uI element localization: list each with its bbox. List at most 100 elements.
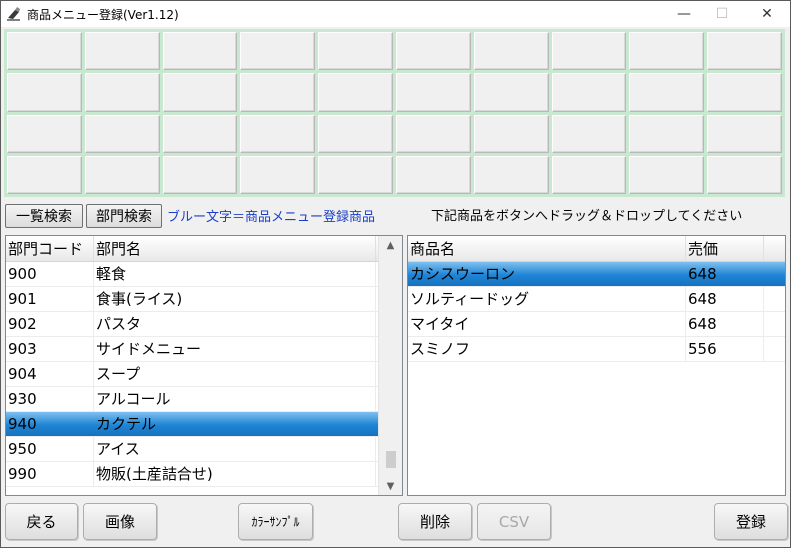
menu-slot-button[interactable] [707, 155, 782, 194]
menu-slot-button[interactable] [318, 73, 393, 112]
department-rows: 900 軽食 901 食事(ライス) 902 パスタ 903 サイドメニュー 904 スープ 930… [6, 262, 402, 487]
menu-slot-button[interactable] [396, 73, 471, 112]
menu-slot-button[interactable] [162, 155, 238, 194]
image-button[interactable]: 画像 [83, 503, 157, 540]
table-row[interactable]: スミノフ 556 [408, 337, 785, 362]
menu-slot-button[interactable] [240, 155, 316, 194]
product-name-cell: ソルティードッグ [408, 287, 686, 311]
delete-button[interactable]: 削除 [398, 503, 472, 540]
dept-name-cell: サイドメニュー [94, 337, 376, 361]
menu-slot-button[interactable] [551, 114, 627, 153]
table-row[interactable]: 904 スープ [6, 362, 402, 387]
menu-slot-button[interactable] [629, 114, 705, 153]
close-icon[interactable]: ✕ [744, 1, 790, 27]
scroll-up-icon[interactable]: ▲ [379, 236, 402, 254]
dept-code-cell: 940 [8, 415, 37, 433]
menu-slot-button[interactable] [7, 155, 82, 194]
table-row[interactable]: 900 軽食 [6, 262, 402, 287]
menu-slot-button[interactable] [84, 73, 160, 112]
menu-slot-button[interactable] [707, 114, 782, 153]
menu-slot-button[interactable] [396, 32, 471, 71]
dept-code-cell: 950 [6, 437, 94, 461]
table-row[interactable]: ソルティードッグ 648 [408, 287, 785, 312]
menu-slot-button[interactable] [162, 73, 238, 112]
menu-slot-button[interactable] [473, 32, 549, 71]
menu-grid [7, 32, 782, 194]
table-row[interactable]: 930 アルコール [6, 387, 402, 412]
menu-slot-button[interactable] [240, 73, 316, 112]
menu-slot-button[interactable] [84, 32, 160, 71]
app-window: 商品メニュー登録(Ver1.12) — ☐ ✕ 一覧検索 部門検索 ブルー文字＝… [0, 0, 791, 548]
menu-slot-button[interactable] [240, 114, 316, 153]
product-price-cell: 556 [686, 337, 764, 361]
header-price[interactable]: 売価 [686, 236, 764, 261]
table-row[interactable]: 903 サイドメニュー [6, 337, 402, 362]
title-bar: 商品メニュー登録(Ver1.12) — ☐ ✕ [1, 1, 790, 27]
menu-slot-button[interactable] [473, 114, 549, 153]
menu-slot-button[interactable] [551, 155, 627, 194]
dept-name-cell: アイス [94, 437, 376, 461]
menu-slot-button[interactable] [318, 114, 393, 153]
menu-button-grid [4, 29, 785, 197]
dept-name-cell: 物販(土産詰合せ) [94, 462, 376, 486]
department-scrollbar[interactable]: ▲ ▼ [378, 236, 402, 495]
menu-slot-button[interactable] [629, 155, 705, 194]
product-name-cell: マイタイ [408, 312, 686, 336]
menu-slot-button[interactable] [7, 114, 82, 153]
menu-slot-button[interactable] [707, 32, 782, 71]
dept-name-cell: カクテル [96, 415, 157, 433]
menu-slot-button[interactable] [240, 32, 316, 71]
scroll-down-icon[interactable]: ▼ [379, 477, 402, 495]
menu-slot-button[interactable] [551, 32, 627, 71]
menu-slot-button[interactable] [473, 155, 549, 194]
maximize-icon[interactable]: ☐ [699, 1, 745, 27]
menu-slot-button[interactable] [629, 32, 705, 71]
dept-name-cell: 軽食 [94, 262, 376, 286]
table-row[interactable]: 990 物販(土産詰合せ) [6, 462, 402, 487]
dept-name-cell: パスタ [94, 312, 376, 336]
table-row[interactable]: 940 カクテル [6, 412, 402, 437]
department-table-header: 部門コード 部門名 [6, 236, 402, 262]
menu-slot-button[interactable] [84, 155, 160, 194]
dept-code-cell: 904 [6, 362, 94, 386]
list-search-button[interactable]: 一覧検索 [5, 204, 83, 228]
product-price-cell: 648 [686, 287, 764, 311]
csv-button: CSV [477, 503, 551, 540]
menu-slot-button[interactable] [7, 32, 82, 71]
product-name-cell: スミノフ [408, 337, 686, 361]
product-name-cell: カシスウーロン [410, 265, 516, 283]
menu-slot-button[interactable] [396, 114, 471, 153]
color-sample-button[interactable]: ｶﾗｰｻﾝﾌﾟﾙ [238, 503, 313, 540]
back-button[interactable]: 戻る [5, 503, 78, 540]
product-table-header: 商品名 売価 [408, 236, 785, 262]
scroll-thumb[interactable] [386, 451, 396, 468]
legend-note: ブルー文字＝商品メニュー登録商品 [167, 210, 376, 225]
menu-slot-button[interactable] [84, 114, 160, 153]
menu-slot-button[interactable] [473, 73, 549, 112]
menu-slot-button[interactable] [396, 155, 471, 194]
app-icon [7, 7, 20, 21]
table-row[interactable]: マイタイ 648 [408, 312, 785, 337]
dept-name-cell: 食事(ライス) [94, 287, 376, 311]
header-dept-name[interactable]: 部門名 [94, 236, 376, 261]
header-product-name[interactable]: 商品名 [408, 236, 686, 261]
menu-slot-button[interactable] [7, 73, 82, 112]
table-row[interactable]: 901 食事(ライス) [6, 287, 402, 312]
dept-code-cell: 930 [6, 387, 94, 411]
dept-code-cell: 902 [6, 312, 94, 336]
header-dept-code[interactable]: 部門コード [6, 236, 94, 261]
table-row[interactable]: 902 パスタ [6, 312, 402, 337]
table-row[interactable]: 950 アイス [6, 437, 402, 462]
menu-slot-button[interactable] [551, 73, 627, 112]
menu-slot-button[interactable] [162, 114, 238, 153]
table-row[interactable]: カシスウーロン 648 [408, 262, 785, 287]
dept-search-button[interactable]: 部門検索 [86, 204, 162, 228]
dept-code-cell: 903 [6, 337, 94, 361]
dept-code-cell: 901 [6, 287, 94, 311]
register-button[interactable]: 登録 [714, 503, 788, 540]
menu-slot-button[interactable] [162, 32, 238, 71]
menu-slot-button[interactable] [318, 155, 393, 194]
menu-slot-button[interactable] [318, 32, 393, 71]
menu-slot-button[interactable] [629, 73, 705, 112]
menu-slot-button[interactable] [707, 73, 782, 112]
